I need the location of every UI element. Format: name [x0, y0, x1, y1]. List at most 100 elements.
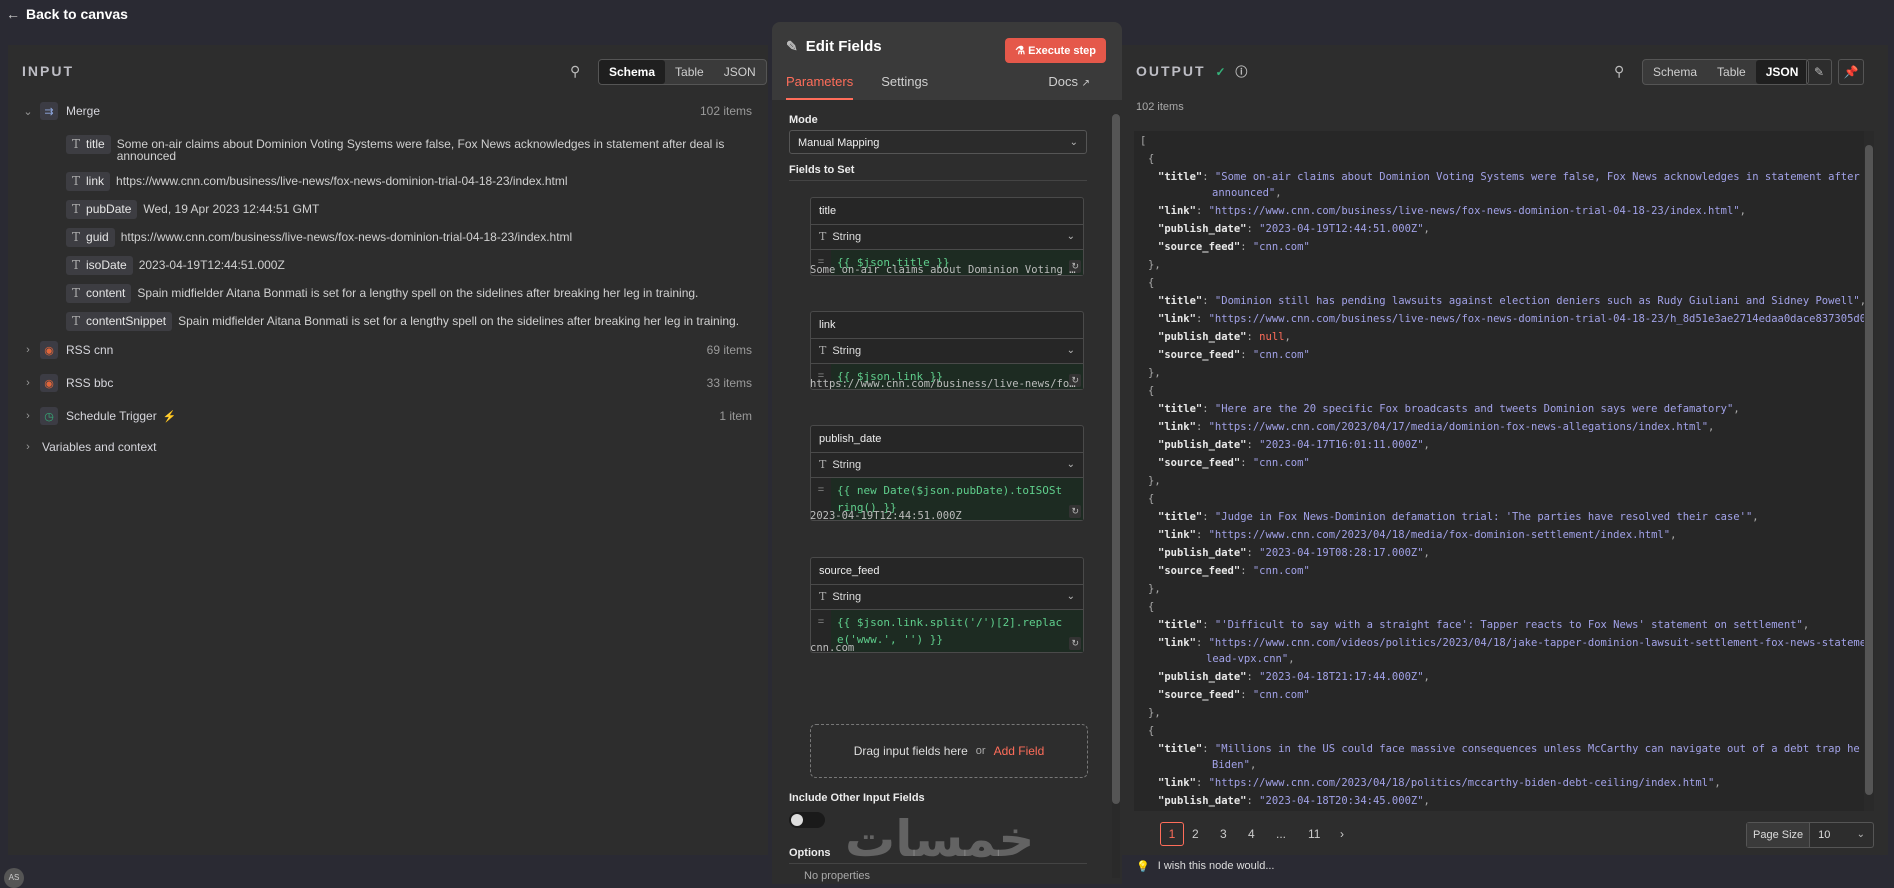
page-button[interactable]: 4	[1248, 822, 1255, 846]
page-button[interactable]: 3	[1220, 822, 1227, 846]
schema-field-link: Tlink https://www.cnn.com/business/live-…	[66, 172, 758, 191]
field-value: 2023-04-19T12:44:51.000Z	[138, 258, 285, 272]
text-type-icon: T	[72, 137, 81, 151]
execute-step-button[interactable]: ⚗ Execute step	[1005, 38, 1106, 63]
page-ellipsis[interactable]: ...	[1276, 822, 1286, 846]
tab-settings[interactable]: Settings	[881, 74, 928, 100]
page-button[interactable]: 11	[1308, 822, 1320, 846]
search-icon[interactable]: ⚲	[1614, 63, 1624, 80]
input-view-tabs: Schema Table JSON	[598, 59, 767, 85]
page-button[interactable]: 1	[1160, 822, 1184, 846]
tree-node-schedule-trigger[interactable]: › ◷ Schedule Trigger ⚡ 1 item	[8, 407, 768, 425]
pencil-icon: ✎	[786, 38, 798, 54]
field-pill[interactable]: TisoDate	[66, 256, 133, 275]
page-button[interactable]: 2	[1192, 822, 1199, 846]
json-viewer: [ { "title": "Some on-air claims about D…	[1134, 131, 1874, 811]
field-type-select[interactable]: T String ⌄	[811, 453, 1083, 478]
node-tabs: Parameters Settings Docs ↗	[786, 74, 1106, 101]
text-type-icon: T	[72, 230, 81, 244]
pin-icon[interactable]: 📌	[1838, 59, 1864, 85]
field-value: Some on-air claims about Dominion Voting…	[116, 137, 725, 163]
scrollbar[interactable]	[1864, 131, 1874, 811]
merge-icon: ⇉	[40, 102, 58, 120]
include-other-label: Include Other Input Fields	[789, 792, 925, 804]
input-tab-json[interactable]: JSON	[714, 60, 766, 84]
back-to-canvas-button[interactable]: ← Back to canvas	[6, 6, 128, 22]
check-circle-icon: ✓	[1215, 65, 1226, 79]
edit-fields-panel: ✎ Edit Fields ⚗ Execute step Parameters …	[772, 22, 1122, 884]
tree-node-rss-cnn[interactable]: › ◉ RSS cnn 69 items	[8, 341, 768, 359]
field-pill[interactable]: Ttitle	[66, 135, 111, 154]
field-assignment: source_feed T String ⌄ ={{ $json.link.spli…	[810, 557, 1084, 653]
field-value: Wed, 19 Apr 2023 12:44:51 GMT	[143, 202, 320, 216]
field-value: Spain midfielder Aitana Bonmati is set f…	[137, 286, 699, 300]
chevron-right-icon: ›	[26, 441, 30, 453]
field-type-select[interactable]: T String ⌄	[811, 339, 1083, 364]
field-name-input[interactable]: link	[811, 312, 1083, 339]
options-label: Options	[789, 847, 831, 859]
node-title[interactable]: Edit Fields	[806, 38, 882, 55]
tab-parameters[interactable]: Parameters	[786, 74, 854, 100]
input-tab-table[interactable]: Table	[665, 60, 714, 84]
chevron-right-icon[interactable]: ›	[1340, 822, 1344, 846]
rss-icon: ◉	[40, 341, 58, 359]
tree-node-merge[interactable]: ⌄ ⇉ Merge 102 items	[8, 102, 768, 120]
info-icon[interactable]: ⓘ	[1235, 65, 1247, 79]
chevron-down-icon: ⌄	[1066, 231, 1075, 242]
text-type-icon: T	[72, 258, 81, 272]
drop-zone[interactable]: Drag input fields here or Add Field	[810, 724, 1088, 778]
output-tab-schema[interactable]: Schema	[1643, 60, 1707, 84]
text-type-icon: T	[72, 202, 81, 216]
input-tab-schema[interactable]: Schema	[599, 60, 666, 84]
field-name-input[interactable]: title	[811, 198, 1083, 225]
field-name-input[interactable]: publish_date	[811, 426, 1083, 453]
tree-node-rss-bbc[interactable]: › ◉ RSS bbc 33 items	[8, 374, 768, 392]
text-type-icon: T	[819, 344, 827, 357]
add-field-button[interactable]: Add Field	[994, 744, 1045, 758]
input-title: INPUT	[22, 63, 74, 79]
chevron-right-icon: ›	[26, 377, 30, 389]
field-pill[interactable]: Tlink	[66, 172, 111, 191]
field-type-select[interactable]: T String ⌄	[811, 585, 1083, 610]
output-tab-json[interactable]: JSON	[1755, 60, 1809, 84]
docs-link[interactable]: Docs ↗	[1048, 74, 1090, 89]
include-other-toggle[interactable]	[789, 812, 825, 828]
field-pill[interactable]: Tguid	[66, 228, 115, 247]
clock-icon: ◷	[40, 407, 58, 425]
edit-fields-header: ✎ Edit Fields	[786, 38, 882, 55]
divider	[789, 180, 1087, 181]
field-pill[interactable]: TpubDate	[66, 200, 138, 219]
output-panel: OUTPUT ✓ ⓘ ⚲ Schema Table JSON ✎ 📌 102 i…	[1122, 45, 1888, 855]
field-value: https://www.cnn.com/business/live-news/f…	[116, 174, 568, 188]
page-size-select[interactable]: Page Size 10 ⌄	[1746, 822, 1874, 848]
flask-icon: ⚗	[1015, 45, 1026, 57]
field-pill[interactable]: Tcontent	[66, 284, 132, 303]
scrollbar[interactable]	[1112, 114, 1120, 878]
field-name-input[interactable]: source_feed	[811, 558, 1083, 585]
chevron-down-icon: ⌄	[1066, 345, 1075, 356]
chevron-down-icon: ⌄	[1856, 829, 1865, 840]
schema-field-content: Tcontent Spain midfielder Aitana Bonmati…	[66, 284, 758, 303]
schema-field-isodate: TisoDate 2023-04-19T12:44:51.000Z	[66, 256, 758, 275]
text-type-icon: T	[72, 314, 81, 328]
output-title: OUTPUT ✓ ⓘ	[1136, 63, 1248, 79]
fields-to-set-label: Fields to Set	[789, 164, 855, 176]
feedback-link[interactable]: 💡 I wish this node would...	[1136, 860, 1275, 873]
field-type-select[interactable]: T String ⌄	[811, 225, 1083, 250]
field-preview: Some on-air claims about Dominion Voting…	[810, 264, 1080, 276]
chevron-right-icon: ›	[26, 344, 30, 356]
tree-node-variables[interactable]: › Variables and context	[8, 440, 768, 454]
merge-count: 102 items	[699, 104, 752, 118]
rss-icon: ◉	[40, 374, 58, 392]
schema-field-contentsnippet: TcontentSnippet Spain midfielder Aitana …	[66, 312, 758, 331]
search-icon[interactable]: ⚲	[570, 63, 580, 80]
no-properties-text: No properties	[804, 870, 871, 882]
mode-select[interactable]: Manual Mapping ⌄	[789, 130, 1087, 154]
avatar[interactable]: AS	[4, 868, 24, 888]
chevron-down-icon: ⌄	[1066, 459, 1075, 470]
output-tab-table[interactable]: Table	[1707, 60, 1756, 84]
field-pill[interactable]: TcontentSnippet	[66, 312, 173, 331]
schema-field-title: Ttitle Some on-air claims about Dominion…	[66, 135, 758, 162]
text-type-icon: T	[819, 230, 827, 243]
edit-icon[interactable]: ✎	[1806, 59, 1832, 85]
